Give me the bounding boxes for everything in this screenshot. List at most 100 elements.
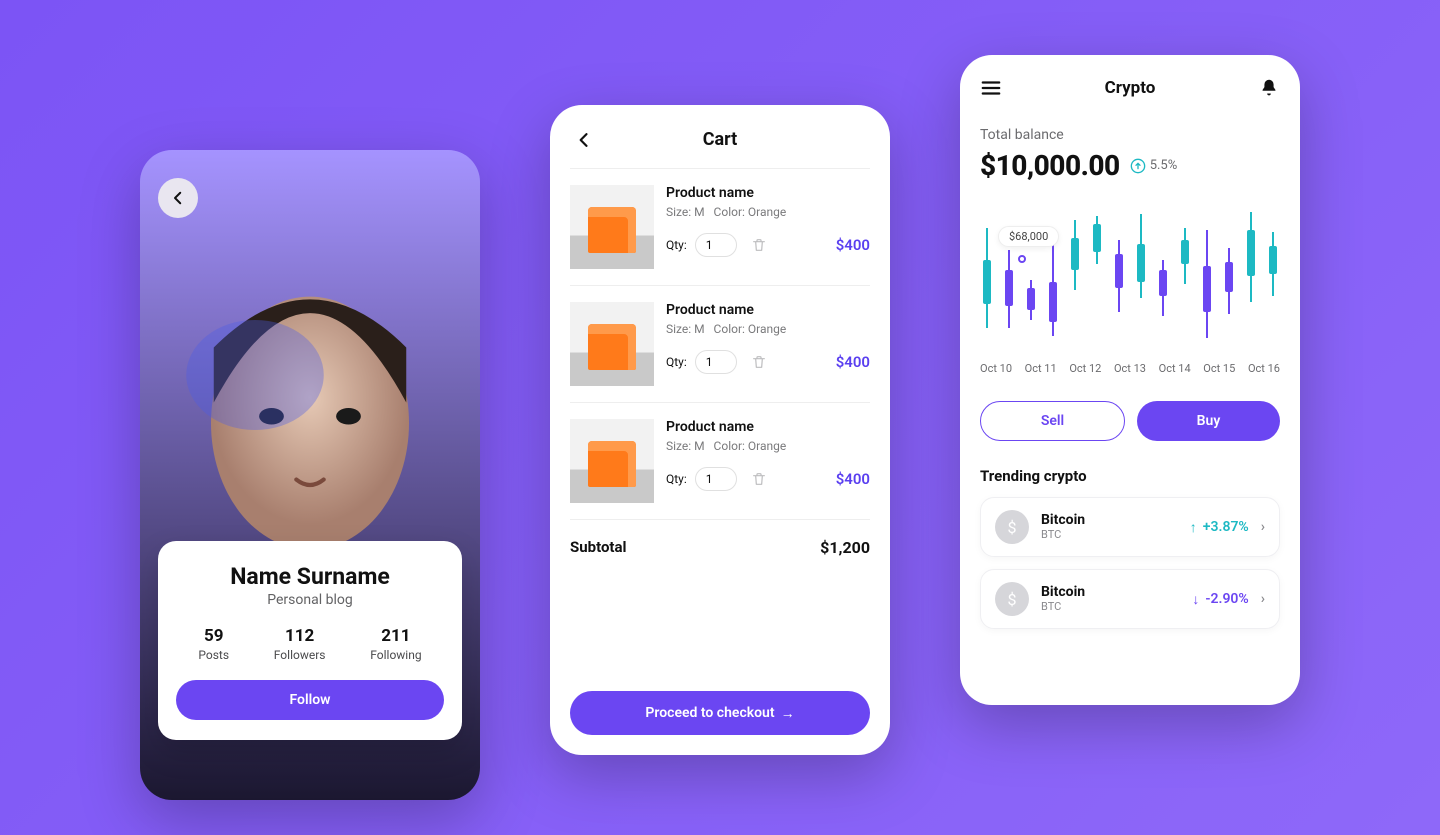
coin-card[interactable]: $ BitcoinBTC ↑+3.87%› xyxy=(980,497,1280,557)
checkout-label: Proceed to checkout xyxy=(645,705,774,721)
balance-value: $10,000.00 xyxy=(980,149,1120,182)
back-button[interactable] xyxy=(570,126,598,154)
subtotal-label: Subtotal xyxy=(570,538,627,557)
chart-tooltip-dot xyxy=(1018,255,1026,263)
trending-title: Trending crypto xyxy=(980,467,1280,485)
stat-value: 112 xyxy=(274,626,326,646)
candle xyxy=(1180,210,1190,350)
trash-icon[interactable] xyxy=(751,471,767,487)
product-meta: Size: M Color: Orange xyxy=(666,439,870,453)
back-button[interactable] xyxy=(158,178,198,218)
cart-item: Product nameSize: M Color: OrangeQty:1$4… xyxy=(570,169,870,286)
candle xyxy=(1136,210,1146,350)
arrow-down-icon: ↓ xyxy=(1192,591,1199,608)
product-thumbnail xyxy=(570,419,654,503)
stat-value: 211 xyxy=(370,626,421,646)
trash-icon[interactable] xyxy=(751,354,767,370)
product-name: Product name xyxy=(666,419,870,435)
sell-button[interactable]: Sell xyxy=(980,401,1125,441)
cart-screen: Cart Product name Size: M Color: Orange Qt… xyxy=(550,105,890,755)
page-title: Cart xyxy=(703,129,738,150)
follow-label: Follow xyxy=(289,692,330,708)
arrow-left-icon xyxy=(574,130,594,150)
product-name: Product name xyxy=(666,185,870,201)
coin-name: Bitcoin xyxy=(1041,585,1085,600)
dollar-icon: $ xyxy=(995,582,1029,616)
item-price: $400 xyxy=(836,353,870,371)
xaxis-tick: Oct 10 xyxy=(980,362,1012,375)
checkout-button[interactable]: Proceed to checkout → xyxy=(570,691,870,735)
cart-items: Product name Size: M Color: Orange Qty: 1 $4… xyxy=(570,168,870,520)
product-thumbnail xyxy=(570,185,654,269)
stat-following[interactable]: 211 Following xyxy=(370,626,421,662)
qty-stepper[interactable]: 1 xyxy=(695,467,737,491)
candle xyxy=(1202,210,1212,350)
subtotal-row: Subtotal $1,200 xyxy=(570,520,870,563)
buy-button[interactable]: Buy xyxy=(1137,401,1280,441)
chart-tooltip: $68,000 xyxy=(998,226,1059,247)
candle xyxy=(1070,210,1080,350)
stat-label: Following xyxy=(370,648,421,662)
xaxis-tick: Oct 16 xyxy=(1248,362,1280,375)
candlestick-chart[interactable]: $68,000 xyxy=(980,210,1280,350)
xaxis-tick: Oct 15 xyxy=(1203,362,1235,375)
profile-card: Name Surname Personal blog 59 Posts 112 … xyxy=(158,541,462,740)
stat-followers[interactable]: 112 Followers xyxy=(274,626,326,662)
arrow-right-icon: → xyxy=(781,705,795,722)
follow-button[interactable]: Follow xyxy=(176,680,444,720)
bell-icon[interactable] xyxy=(1258,77,1280,99)
chevron-right-icon: › xyxy=(1261,519,1265,535)
menu-icon[interactable] xyxy=(980,77,1002,99)
page-title: Crypto xyxy=(1105,78,1156,98)
qty-label: Qty: xyxy=(666,472,687,486)
qty-stepper[interactable]: 1 xyxy=(695,350,737,374)
product-meta: Size: M Color: Orange xyxy=(666,322,870,336)
stat-posts[interactable]: 59 Posts xyxy=(198,626,229,662)
item-price: $400 xyxy=(836,470,870,488)
coin-change: ↑+3.87%› xyxy=(1190,519,1265,536)
candle xyxy=(1114,210,1124,350)
chart-xaxis: Oct 10 Oct 11 Oct 12 Oct 13 Oct 14 Oct 15 Oct … xyxy=(980,362,1280,375)
buy-label: Buy xyxy=(1197,413,1221,429)
xaxis-tick: Oct 13 xyxy=(1114,362,1146,375)
balance-change-value: 5.5% xyxy=(1150,158,1178,173)
cart-header: Cart xyxy=(570,129,870,150)
xaxis-tick: Oct 14 xyxy=(1159,362,1191,375)
candle xyxy=(982,210,992,350)
sell-label: Sell xyxy=(1041,413,1064,429)
coin-card[interactable]: $ BitcoinBTC ↓-2.90%› xyxy=(980,569,1280,629)
trade-buttons: Sell Buy xyxy=(980,401,1280,441)
stat-label: Followers xyxy=(274,648,326,662)
arrow-left-icon xyxy=(169,189,187,207)
coin-symbol: BTC xyxy=(1041,600,1085,613)
candle xyxy=(1224,210,1234,350)
xaxis-tick: Oct 12 xyxy=(1069,362,1101,375)
trash-icon[interactable] xyxy=(751,237,767,253)
dollar-icon: $ xyxy=(995,510,1029,544)
cart-item: Product name Size: M Color: Orange Qty: 1 $4… xyxy=(570,403,870,520)
candle xyxy=(1268,210,1278,350)
coin-symbol: BTC xyxy=(1041,528,1085,541)
candle xyxy=(1158,210,1168,350)
balance-change: 5.5% xyxy=(1130,158,1178,174)
coin-name: Bitcoin xyxy=(1041,513,1085,528)
item-price: $400 xyxy=(836,236,870,254)
arrow-up-icon: ↑ xyxy=(1190,519,1197,536)
profile-bio: Personal blog xyxy=(176,592,444,608)
arrow-up-circle-icon xyxy=(1130,158,1146,174)
profile-screen: Name Surname Personal blog 59 Posts 112 … xyxy=(140,150,480,800)
product-name: Product name xyxy=(666,302,870,318)
chevron-right-icon: › xyxy=(1261,591,1265,607)
xaxis-tick: Oct 11 xyxy=(1025,362,1057,375)
profile-name: Name Surname xyxy=(176,563,444,590)
qty-label: Qty: xyxy=(666,355,687,369)
balance-row: $10,000.00 5.5% xyxy=(980,149,1280,182)
stat-label: Posts xyxy=(198,648,229,662)
candle xyxy=(1092,210,1102,350)
qty-stepper[interactable]: 1 xyxy=(695,233,737,257)
crypto-screen: Crypto Total balance $10,000.00 5.5% $68… xyxy=(960,55,1300,705)
stat-value: 59 xyxy=(198,626,229,646)
product-meta: Size: M Color: Orange xyxy=(666,205,870,219)
candle xyxy=(1246,210,1256,350)
coin-change: ↓-2.90%› xyxy=(1192,591,1265,608)
